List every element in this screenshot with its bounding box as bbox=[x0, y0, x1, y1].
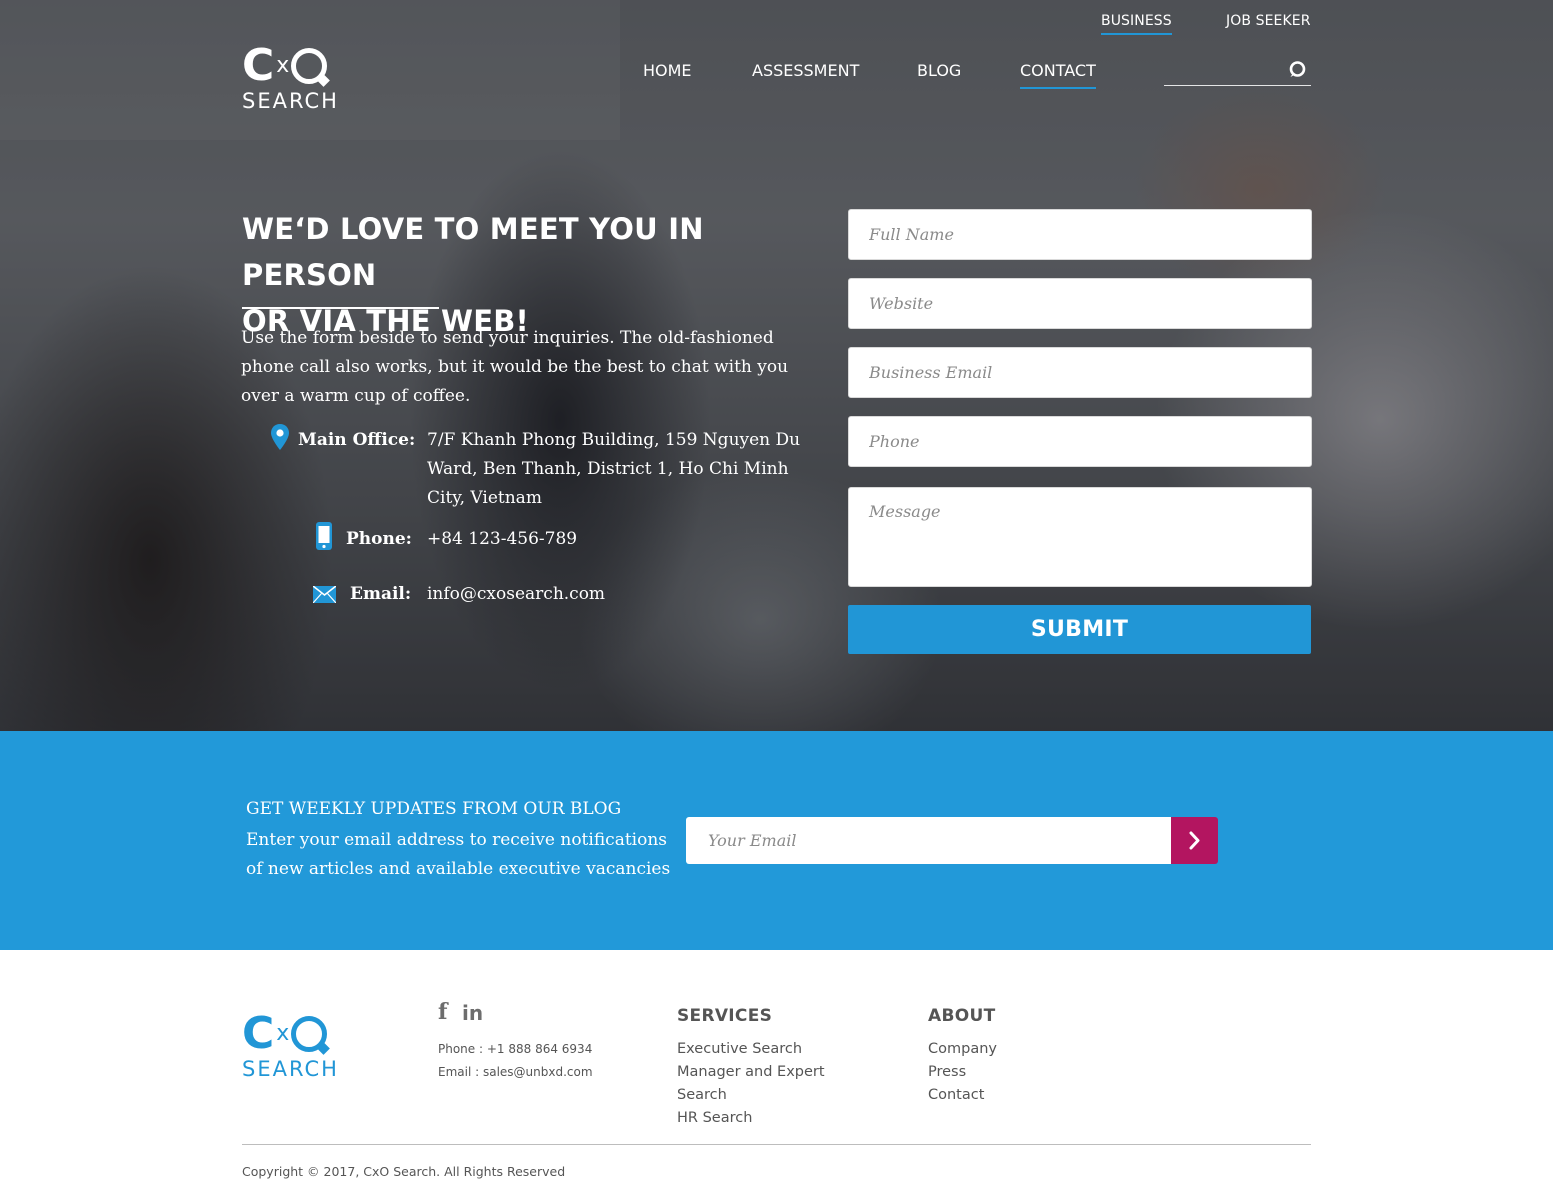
footer-logo-mark: C x bbox=[242, 1008, 339, 1059]
phone-field[interactable] bbox=[848, 416, 1312, 467]
contact-office: Main Office: 7/F Khanh Phong Building, 1… bbox=[0, 424, 820, 516]
facebook-icon[interactable]: f bbox=[438, 999, 447, 1025]
footer-link-company[interactable]: Company bbox=[928, 1041, 997, 1057]
footer-phone: Phone : +1 888 864 6934 bbox=[438, 1042, 593, 1056]
logo[interactable]: C x SEARCH bbox=[242, 40, 339, 114]
footer-email[interactable]: Email : sales@unbxd.com bbox=[438, 1065, 593, 1079]
submit-button[interactable]: SUBMIT bbox=[848, 605, 1311, 654]
nav-home[interactable]: HOME bbox=[643, 61, 692, 80]
office-value: 7/F Khanh Phong Building, 159 Nguyen Du … bbox=[427, 430, 801, 508]
footer-logo-wordmark: SEARCH bbox=[242, 1057, 339, 1081]
footer-divider bbox=[242, 1144, 1311, 1145]
footer-link-manager-expert-cont[interactable]: Search bbox=[677, 1087, 727, 1103]
footer-about-title: ABOUT bbox=[928, 1006, 996, 1026]
logo-wordmark: SEARCH bbox=[242, 89, 339, 113]
intro-text: Use the form beside to send your inquiri… bbox=[241, 328, 789, 406]
top-link-business[interactable]: BUSINESS bbox=[1101, 13, 1172, 35]
headline-line-1: WE‘D LOVE TO MEET YOU IN PERSON bbox=[242, 212, 704, 292]
contact-email: Email: info@cxosearch.com bbox=[0, 580, 820, 610]
search-input[interactable] bbox=[1164, 56, 1282, 84]
envelope-icon bbox=[313, 586, 336, 603]
map-pin-icon bbox=[271, 424, 289, 450]
newsletter-submit-button[interactable] bbox=[1171, 817, 1218, 864]
contact-phone: Phone: +84 123-456-789 bbox=[0, 522, 820, 555]
footer-link-executive-search[interactable]: Executive Search bbox=[677, 1041, 802, 1057]
office-label: Main Office: bbox=[298, 430, 416, 450]
business-email-field[interactable] bbox=[848, 347, 1312, 398]
search-box bbox=[1164, 56, 1311, 86]
logo-o-ring bbox=[291, 48, 328, 84]
copyright: Copyright © 2017, CxO Search. All Rights… bbox=[242, 1164, 566, 1179]
mobile-phone-icon bbox=[316, 522, 332, 550]
nav-blog[interactable]: BLOG bbox=[917, 61, 961, 80]
message-field[interactable] bbox=[848, 487, 1312, 587]
footer-link-manager-expert[interactable]: Manager and Expert bbox=[677, 1064, 825, 1080]
nav-contact[interactable]: CONTACT bbox=[1020, 61, 1096, 89]
email-value[interactable]: info@cxosearch.com bbox=[427, 580, 605, 609]
footer-logo-c-letter: C bbox=[242, 1008, 275, 1059]
headline-divider bbox=[242, 307, 439, 309]
full-name-field[interactable] bbox=[848, 209, 1312, 260]
linkedin-icon[interactable]: in bbox=[462, 1001, 483, 1025]
website-field[interactable] bbox=[848, 278, 1312, 329]
nav-assessment[interactable]: ASSESSMENT bbox=[752, 61, 859, 80]
logo-mark: C x bbox=[242, 40, 339, 91]
phone-value: +84 123-456-789 bbox=[427, 529, 578, 549]
footer-link-contact[interactable]: Contact bbox=[928, 1087, 984, 1103]
footer-link-press[interactable]: Press bbox=[928, 1064, 966, 1080]
footer-logo-x-letter: x bbox=[276, 1021, 290, 1046]
hero-section: BUSINESS JOB SEEKER C x SEARCH HOME ASSE… bbox=[0, 0, 1553, 731]
newsletter-text: Enter your email address to receive noti… bbox=[246, 830, 671, 879]
top-link-job-seeker[interactable]: JOB SEEKER bbox=[1226, 13, 1311, 29]
newsletter-section: GET WEEKLY UPDATES FROM OUR BLOG Enter y… bbox=[0, 731, 1553, 950]
phone-label: Phone: bbox=[346, 529, 412, 549]
footer-logo-o-ring bbox=[291, 1016, 328, 1052]
email-label: Email: bbox=[350, 584, 412, 604]
newsletter-email-input[interactable] bbox=[686, 817, 1172, 864]
newsletter-title: GET WEEKLY UPDATES FROM OUR BLOG bbox=[246, 799, 622, 819]
chevron-right-icon bbox=[1189, 831, 1200, 850]
footer-link-hr-search[interactable]: HR Search bbox=[677, 1110, 752, 1126]
logo-c-letter: C bbox=[242, 40, 275, 91]
footer-logo[interactable]: C x SEARCH bbox=[242, 1008, 339, 1082]
search-icon[interactable] bbox=[1287, 60, 1307, 80]
footer-services-title: SERVICES bbox=[677, 1006, 773, 1026]
logo-x-letter: x bbox=[276, 53, 290, 78]
